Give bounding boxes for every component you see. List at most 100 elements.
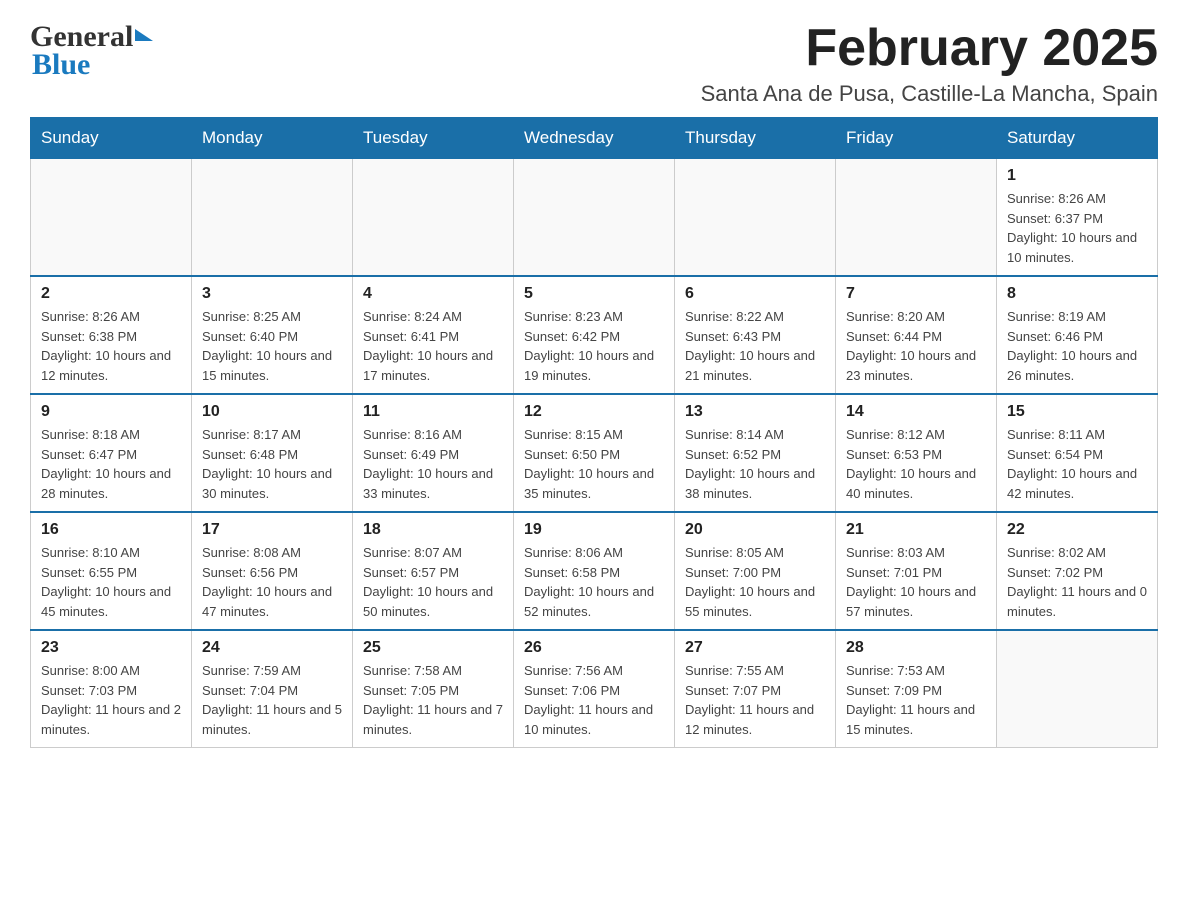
- calendar-cell: 28Sunrise: 7:53 AM Sunset: 7:09 PM Dayli…: [836, 630, 997, 748]
- calendar-cell: 16 Sunrise: 8:10 AM Sunset: 6:55 PM Dayli…: [31, 512, 192, 630]
- sun-info: Sunrise: 7:58 AM Sunset: 7:05 PM Dayligh…: [363, 661, 503, 739]
- day-number: 8: [1007, 285, 1147, 303]
- sun-info: Sunrise: 8:11 AM Sunset: 6:54 PM Dayligh…: [1007, 425, 1147, 503]
- sun-info: Sunrise: 8:15 AM Sunset: 6:50 PM Dayligh…: [524, 425, 664, 503]
- day-number: 3: [202, 285, 342, 303]
- calendar-cell: 17Sunrise: 8:08 AM Sunset: 6:56 PM Dayli…: [192, 512, 353, 630]
- calendar-table: Sunday Monday Tuesday Wednesday Thursday…: [30, 117, 1158, 748]
- calendar-cell: 4 Sunrise: 8:24 AM Sunset: 6:41 PM Daylig…: [353, 276, 514, 394]
- day-number: 18: [363, 521, 503, 539]
- calendar-cell: [514, 159, 675, 277]
- day-number: 5: [524, 285, 664, 303]
- calendar-cell: 10 Sunrise: 8:17 AM Sunset: 6:48 PM Dayli…: [192, 394, 353, 512]
- header-sunday: Sunday: [31, 118, 192, 159]
- sun-info: Sunrise: 8:17 AM Sunset: 6:48 PM Dayligh…: [202, 425, 342, 503]
- calendar-cell: [31, 159, 192, 277]
- calendar-header: Sunday Monday Tuesday Wednesday Thursday…: [31, 118, 1158, 159]
- sun-info: Sunrise: 8:25 AM Sunset: 6:40 PM Dayligh…: [202, 307, 342, 385]
- calendar-cell: 1 Sunrise: 8:26 AM Sunset: 6:37 PM Daylig…: [997, 159, 1158, 277]
- day-number: 1: [1007, 167, 1147, 185]
- sun-info: Sunrise: 8:14 AM Sunset: 6:52 PM Dayligh…: [685, 425, 825, 503]
- calendar-cell: [353, 159, 514, 277]
- calendar-week-row: 1 Sunrise: 8:26 AM Sunset: 6:37 PM Daylig…: [31, 159, 1158, 277]
- calendar-week-row: 23 Sunrise: 8:00 AM Sunset: 7:03 PM Dayli…: [31, 630, 1158, 748]
- calendar-week-row: 9 Sunrise: 8:18 AM Sunset: 6:47 PM Daylig…: [31, 394, 1158, 512]
- sun-info: Sunrise: 8:12 AM Sunset: 6:53 PM Dayligh…: [846, 425, 986, 503]
- sun-info: Sunrise: 8:00 AM Sunset: 7:03 PM Dayligh…: [41, 661, 181, 739]
- calendar-cell: 21 Sunrise: 8:03 AM Sunset: 7:01 PM Dayli…: [836, 512, 997, 630]
- calendar-cell: 25 Sunrise: 7:58 AM Sunset: 7:05 PM Dayli…: [353, 630, 514, 748]
- day-number: 14: [846, 403, 986, 421]
- header-monday: Monday: [192, 118, 353, 159]
- sun-info: Sunrise: 7:56 AM Sunset: 7:06 PM Dayligh…: [524, 661, 664, 739]
- day-number: 25: [363, 639, 503, 657]
- sun-info: Sunrise: 8:03 AM Sunset: 7:01 PM Dayligh…: [846, 543, 986, 621]
- header-tuesday: Tuesday: [353, 118, 514, 159]
- calendar-week-row: 2 Sunrise: 8:26 AM Sunset: 6:38 PM Daylig…: [31, 276, 1158, 394]
- calendar-week-row: 16 Sunrise: 8:10 AM Sunset: 6:55 PM Dayli…: [31, 512, 1158, 630]
- weekday-header-row: Sunday Monday Tuesday Wednesday Thursday…: [31, 118, 1158, 159]
- logo-arrow-icon: [135, 29, 153, 41]
- sun-info: Sunrise: 8:26 AM Sunset: 6:38 PM Dayligh…: [41, 307, 181, 385]
- calendar-cell: [675, 159, 836, 277]
- sun-info: Sunrise: 8:16 AM Sunset: 6:49 PM Dayligh…: [363, 425, 503, 503]
- sun-info: Sunrise: 8:02 AM Sunset: 7:02 PM Dayligh…: [1007, 543, 1147, 621]
- calendar-cell: 3 Sunrise: 8:25 AM Sunset: 6:40 PM Daylig…: [192, 276, 353, 394]
- calendar-cell: 8Sunrise: 8:19 AM Sunset: 6:46 PM Daylig…: [997, 276, 1158, 394]
- sun-info: Sunrise: 8:05 AM Sunset: 7:00 PM Dayligh…: [685, 543, 825, 621]
- month-title: February 2025: [701, 20, 1158, 77]
- day-number: 2: [41, 285, 181, 303]
- title-section: February 2025 Santa Ana de Pusa, Castill…: [701, 20, 1158, 107]
- calendar-cell: [836, 159, 997, 277]
- calendar-cell: 20 Sunrise: 8:05 AM Sunset: 7:00 PM Dayli…: [675, 512, 836, 630]
- header-wednesday: Wednesday: [514, 118, 675, 159]
- calendar-body: 1 Sunrise: 8:26 AM Sunset: 6:37 PM Daylig…: [31, 159, 1158, 748]
- header-thursday: Thursday: [675, 118, 836, 159]
- calendar-cell: 5 Sunrise: 8:23 AM Sunset: 6:42 PM Daylig…: [514, 276, 675, 394]
- sun-info: Sunrise: 8:26 AM Sunset: 6:37 PM Dayligh…: [1007, 189, 1147, 267]
- calendar-cell: 27 Sunrise: 7:55 AM Sunset: 7:07 PM Dayli…: [675, 630, 836, 748]
- day-number: 20: [685, 521, 825, 539]
- calendar-cell: 19Sunrise: 8:06 AM Sunset: 6:58 PM Dayli…: [514, 512, 675, 630]
- calendar-cell: [997, 630, 1158, 748]
- sun-info: Sunrise: 7:55 AM Sunset: 7:07 PM Dayligh…: [685, 661, 825, 739]
- sun-info: Sunrise: 7:53 AM Sunset: 7:09 PM Dayligh…: [846, 661, 986, 739]
- header-friday: Friday: [836, 118, 997, 159]
- sun-info: Sunrise: 8:10 AM Sunset: 6:55 PM Dayligh…: [41, 543, 181, 621]
- day-number: 9: [41, 403, 181, 421]
- day-number: 17: [202, 521, 342, 539]
- sun-info: Sunrise: 8:07 AM Sunset: 6:57 PM Dayligh…: [363, 543, 503, 621]
- day-number: 27: [685, 639, 825, 657]
- header-saturday: Saturday: [997, 118, 1158, 159]
- sun-info: Sunrise: 8:22 AM Sunset: 6:43 PM Dayligh…: [685, 307, 825, 385]
- day-number: 7: [846, 285, 986, 303]
- day-number: 22: [1007, 521, 1147, 539]
- day-number: 4: [363, 285, 503, 303]
- day-number: 12: [524, 403, 664, 421]
- sun-info: Sunrise: 8:23 AM Sunset: 6:42 PM Dayligh…: [524, 307, 664, 385]
- calendar-cell: 18 Sunrise: 8:07 AM Sunset: 6:57 PM Dayli…: [353, 512, 514, 630]
- day-number: 19: [524, 521, 664, 539]
- logo: General Blue: [30, 20, 155, 82]
- calendar-cell: 6Sunrise: 8:22 AM Sunset: 6:43 PM Daylig…: [675, 276, 836, 394]
- calendar-cell: 14 Sunrise: 8:12 AM Sunset: 6:53 PM Dayli…: [836, 394, 997, 512]
- day-number: 23: [41, 639, 181, 657]
- calendar-cell: 26 Sunrise: 7:56 AM Sunset: 7:06 PM Dayli…: [514, 630, 675, 748]
- day-number: 24: [202, 639, 342, 657]
- calendar-cell: 7Sunrise: 8:20 AM Sunset: 6:44 PM Daylig…: [836, 276, 997, 394]
- day-number: 16: [41, 521, 181, 539]
- calendar-cell: 22 Sunrise: 8:02 AM Sunset: 7:02 PM Dayli…: [997, 512, 1158, 630]
- day-number: 10: [202, 403, 342, 421]
- page-header: General Blue February 2025 Santa Ana de …: [30, 20, 1158, 107]
- calendar-cell: 9 Sunrise: 8:18 AM Sunset: 6:47 PM Daylig…: [31, 394, 192, 512]
- sun-info: Sunrise: 8:24 AM Sunset: 6:41 PM Dayligh…: [363, 307, 503, 385]
- day-number: 21: [846, 521, 986, 539]
- day-number: 15: [1007, 403, 1147, 421]
- sun-info: Sunrise: 8:18 AM Sunset: 6:47 PM Dayligh…: [41, 425, 181, 503]
- day-number: 26: [524, 639, 664, 657]
- calendar-cell: 12 Sunrise: 8:15 AM Sunset: 6:50 PM Dayli…: [514, 394, 675, 512]
- calendar-cell: 24Sunrise: 7:59 AM Sunset: 7:04 PM Dayli…: [192, 630, 353, 748]
- logo-blue-text: Blue: [32, 48, 90, 82]
- location-subtitle: Santa Ana de Pusa, Castille-La Mancha, S…: [701, 81, 1158, 107]
- day-number: 11: [363, 403, 503, 421]
